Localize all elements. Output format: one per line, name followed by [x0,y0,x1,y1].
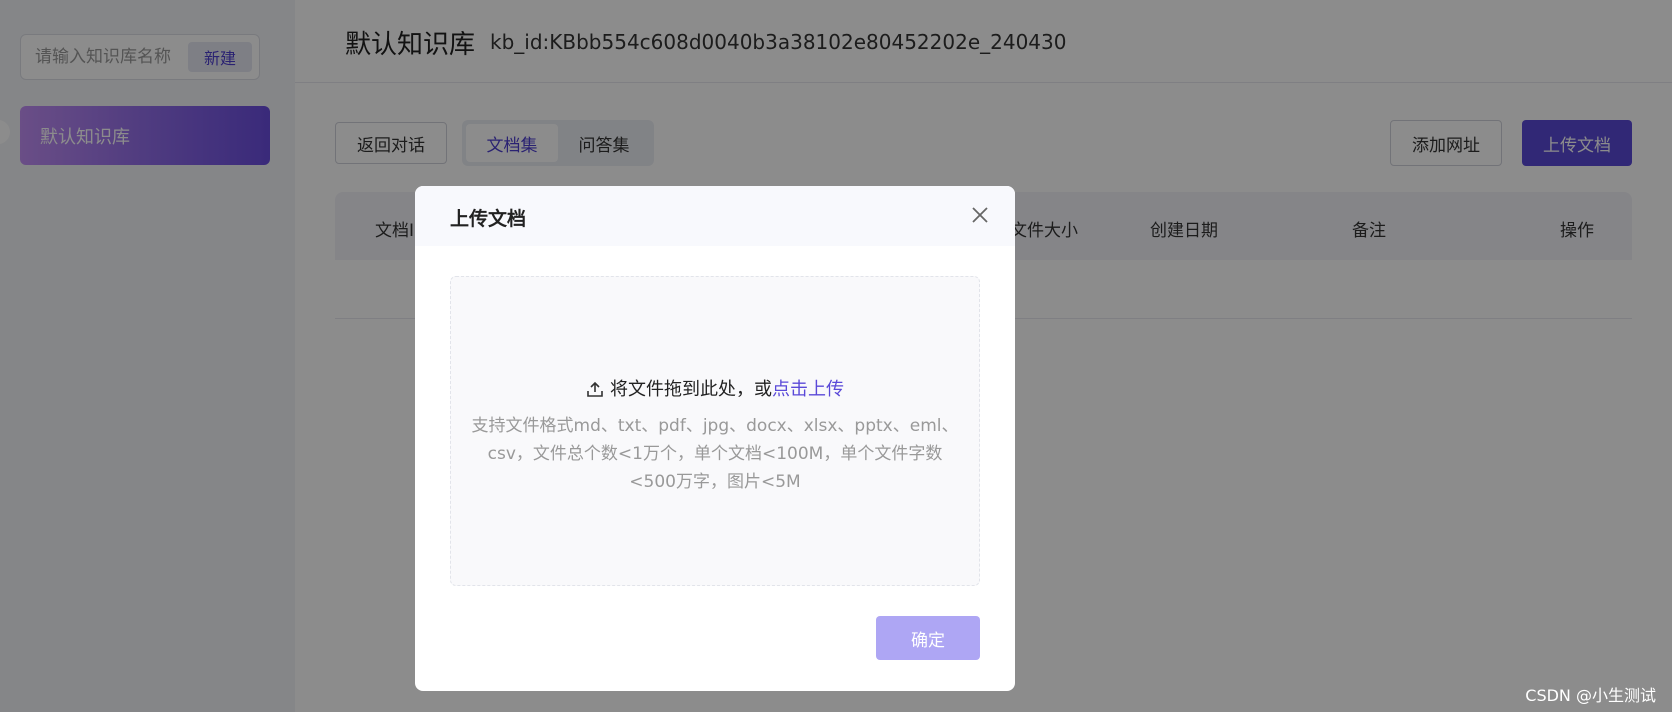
app-root: 新建 默认知识库 默认知识库 kb_id:KBbb554c608d0040b3a… [0,0,1672,712]
dialog-title: 上传文档 [450,208,527,230]
dialog-header: 上传文档 [415,186,1015,246]
confirm-button[interactable]: 确定 [876,616,980,660]
drop-text: 将文件拖到此处，或 [610,379,772,400]
upload-document-dialog: 上传文档 将文件拖到此处，或点击上传 支持文件格式md、txt、pdf、jpg、… [415,186,1015,691]
close-icon[interactable] [967,202,993,228]
file-dropzone[interactable]: 将文件拖到此处，或点击上传 支持文件格式md、txt、pdf、jpg、docx、… [450,276,980,586]
supported-formats-hint: 支持文件格式md、txt、pdf、jpg、docx、xlsx、pptx、eml、… [471,416,959,492]
upload-icon [586,380,604,403]
watermark-text: CSDN @小生测试 [1525,686,1656,705]
click-to-upload-link[interactable]: 点击上传 [772,379,844,400]
drop-instruction: 将文件拖到此处，或点击上传 [451,375,979,403]
